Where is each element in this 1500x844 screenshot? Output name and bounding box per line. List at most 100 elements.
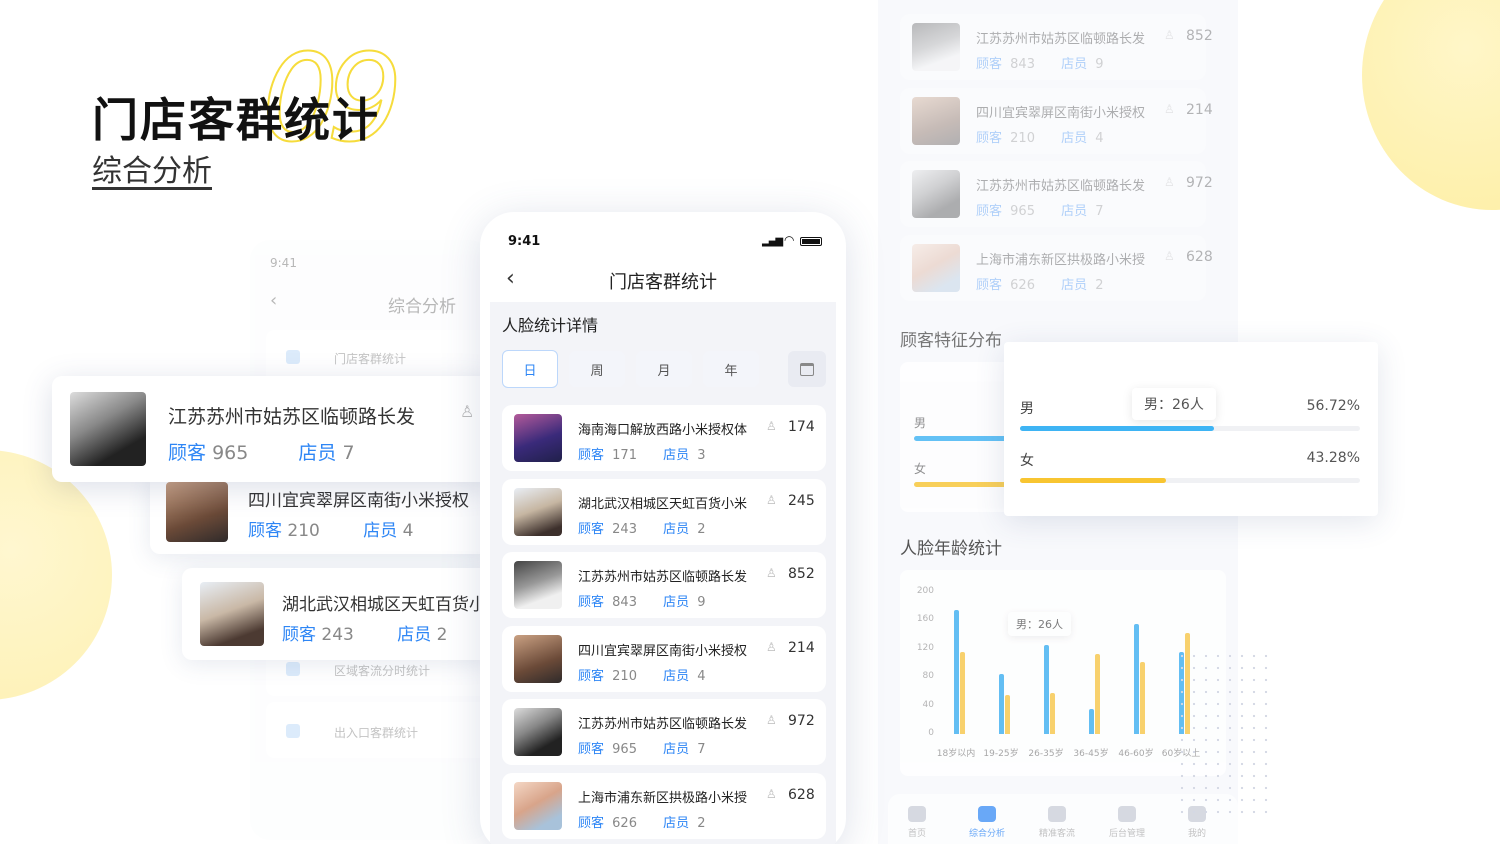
yellow-blob-left [0,450,112,700]
float-store-card[interactable]: 湖北武汉相城区天虹百货小 顾客 243 店员 2 [182,568,492,660]
customers-value: 843 [1010,57,1035,72]
wifi-icon: ◠ [784,233,795,247]
store-name: 江苏苏州市姑苏区临顿路长发 [578,717,748,733]
staff-value: 9 [1095,57,1104,72]
people-icon: ♙ [766,492,777,507]
customers-value: 210 [287,521,320,541]
store-card[interactable]: 海南海口解放西路小米授权体 ♙ 174 顾客 171 店员 3 [502,405,826,471]
female-label: 女 [914,462,927,476]
y-tick: 200 [916,586,934,596]
tab-week[interactable]: 周 [569,351,625,387]
gender-track [1020,478,1360,483]
staff-value: 2 [697,816,706,831]
menu-icon [286,350,300,364]
people-icon: ♙ [1164,175,1175,190]
customers-label: 顾客 [976,204,1003,220]
gender-fill [1020,478,1167,483]
people-icon: ♙ [1164,101,1175,116]
customers-value: 965 [612,742,637,758]
store-card[interactable]: 江苏苏州市姑苏区临顿路长发 ♙ 852 顾客 843 店员 9 [900,14,1213,80]
staff-label: 店员 [298,442,337,464]
store-card[interactable]: 湖北武汉相城区天虹百货小米 ♙ 245 顾客 243 店员 2 [502,478,826,545]
store-card[interactable]: 江苏苏州市姑苏区临顿路长发 ♙ 972 顾客 965 店员 7 [900,161,1213,228]
nav-label: 综合分析 [968,829,1005,839]
gender-label: 男 [1020,401,1034,417]
store-name: 江苏苏州市姑苏区临顿路长发 [578,570,748,586]
store-name: 四川宜宾翠屏区南街小米授权 [248,491,469,511]
store-meta: 顾客 243 店员 2 [282,620,448,645]
people-icon: ♙ [766,639,777,654]
store-card[interactable]: 四川宜宾翠屏区南街小米授权 ♙ 214 顾客 210 店员 4 [900,87,1213,154]
status-time: 9:41 [508,234,541,249]
store-meta: 顾客 626 店员 2 [578,812,706,831]
bar-male [1044,645,1049,734]
customers-label: 顾客 [976,130,1003,146]
staff-value: 7 [1095,204,1104,220]
store-card[interactable]: 上海市浦东新区拱极路小米授 ♙ 628 顾客 626 店员 2 [900,234,1213,301]
customers-value: 626 [1010,277,1035,293]
nav-label: 我的 [1187,829,1206,839]
customers-value: 243 [612,521,637,537]
tab-month[interactable]: 月 [636,351,692,387]
customers-label: 顾客 [578,816,605,831]
store-name: 江苏苏州市姑苏区临顿路长发 [976,179,1146,195]
y-tick: 120 [916,642,934,653]
calendar-icon[interactable] [788,351,826,387]
nav-icon [1048,806,1066,822]
store-card[interactable]: 四川宜宾翠屏区南街小米授权 ♙ 214 顾客 210 店员 4 [502,625,826,692]
staff-value: 2 [436,625,448,645]
store-count: 628 [788,787,815,803]
store-card[interactable]: 江苏苏州市姑苏区临顿路长发 ♙ 972 顾客 965 店员 7 [502,699,826,766]
menu-icon [286,724,300,738]
customers-label: 顾客 [282,625,316,645]
gender-card: 男：26人 男 56.72% 女 43.28% [1004,342,1378,516]
tab-label: 年 [724,363,738,379]
nav-item[interactable]: 后台管理 [1102,806,1152,839]
menu-label: 出入口客群统计 [334,726,419,740]
store-card[interactable]: 江苏苏州市姑苏区临顿路长发 ♙ 852 顾客 843 店员 9 [502,552,826,619]
staff-label: 店员 [1061,277,1088,293]
float-store-card[interactable]: 四川宜宾翠屏区南街小米授权 顾客 210 店员 4 [150,472,490,554]
store-avatar [166,482,228,542]
tab-year[interactable]: 年 [703,351,759,387]
nav-item[interactable]: 精准客流 [1032,806,1082,839]
float-store-card-top[interactable]: 江苏苏州市姑苏区临顿路长发 ♙ 顾客 965 店员 7 [52,376,492,482]
people-icon: ♙ [460,402,475,421]
store-meta: 顾客 843 店员 9 [976,53,1104,72]
staff-label: 店员 [397,625,432,645]
gender-percent: 56.72% [1306,398,1360,414]
staff-value: 3 [697,448,706,463]
store-meta: 顾客 243 店员 2 [578,518,706,537]
nav-icon [1118,806,1136,822]
left-menu-item[interactable]: 出入口客群统计 [266,702,490,758]
store-count: 245 [788,492,815,509]
staff-value: 7 [697,742,706,758]
store-card[interactable]: 上海市浦东新区拱极路小米授 ♙ 628 顾客 626 店员 2 [502,773,826,839]
y-tick: 0 [928,728,934,738]
signal-icon: ▂▄▆ [762,236,783,247]
store-avatar [912,96,960,145]
nav-item[interactable]: 首页 [892,806,942,839]
hero-subtitle: 综合分析 [92,154,212,189]
customers-label: 顾客 [248,521,282,541]
section-title: 人脸统计详情 [502,316,599,335]
customers-value: 626 [612,816,637,831]
bar-female [1095,654,1100,734]
store-avatar [514,634,562,683]
store-avatar [912,23,960,71]
left-back-icon[interactable]: ‹ [270,290,277,311]
store-avatar [912,243,960,292]
customers-value: 210 [1010,130,1035,146]
nav-label: 精准客流 [1038,829,1075,839]
tab-day[interactable]: 日 [502,350,558,388]
menu-label: 门店客群统计 [334,352,407,366]
nav-item[interactable]: 综合分析 [962,806,1012,839]
staff-label: 店员 [663,668,690,684]
customers-value: 965 [212,442,249,464]
nav-icon [908,806,926,822]
store-meta: 顾客 843 店员 9 [578,591,706,610]
tab-label: 日 [523,363,537,379]
staff-label: 店员 [663,742,690,758]
staff-label: 店员 [1061,204,1088,220]
store-name: 四川宜宾翠屏区南街小米授权 [578,643,748,659]
